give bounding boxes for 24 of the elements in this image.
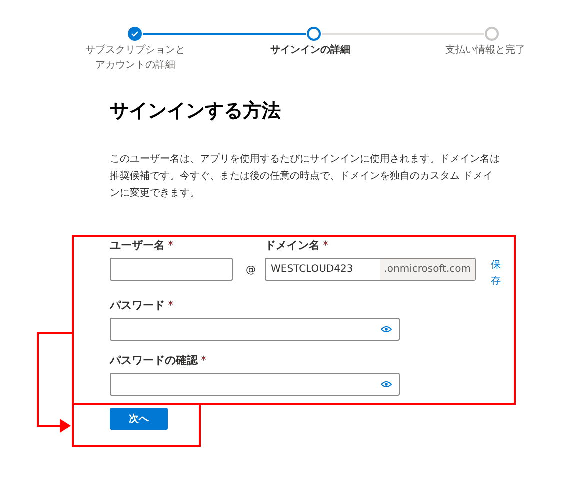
- description: このユーザー名は、アプリを使用するたびにサインインに使用されます。ドメイン名は推奨候補です。今すぐ、または後の任意の時点で、ドメインを独自のカスタム ドメインに変更できます。: [110, 152, 501, 201]
- save-link[interactable]: 保存: [491, 258, 501, 290]
- page-heading: サインインする方法: [110, 99, 282, 124]
- domain-suffix: .onmicrosoft.com: [380, 259, 475, 280]
- at-sign: @: [246, 264, 256, 278]
- domain-field[interactable]: WESTCLOUD423 .onmicrosoft.com: [265, 258, 476, 281]
- password-field[interactable]: [110, 373, 400, 396]
- required-mark: *: [201, 353, 206, 369]
- required-mark: *: [168, 298, 174, 314]
- field-label: ユーザー名: [110, 238, 165, 254]
- required-mark: *: [168, 238, 174, 254]
- field-label: ドメイン名: [265, 238, 320, 254]
- field-label: パスワードの確認: [110, 353, 198, 369]
- field-label: パスワード: [110, 298, 165, 314]
- eye-icon[interactable]: [381, 326, 392, 333]
- password-field[interactable]: [110, 318, 400, 341]
- required-mark: *: [323, 238, 328, 254]
- username-field[interactable]: [110, 258, 233, 281]
- next-button[interactable]: 次へ: [110, 408, 168, 430]
- step-label: サインインの詳細: [270, 44, 350, 58]
- step-label: サブスクリプションとアカウントの詳細: [84, 44, 186, 73]
- domain-value: WESTCLOUD423: [270, 263, 354, 277]
- eye-icon[interactable]: [381, 381, 392, 388]
- step-label: 支払い情報と完了: [446, 44, 526, 58]
